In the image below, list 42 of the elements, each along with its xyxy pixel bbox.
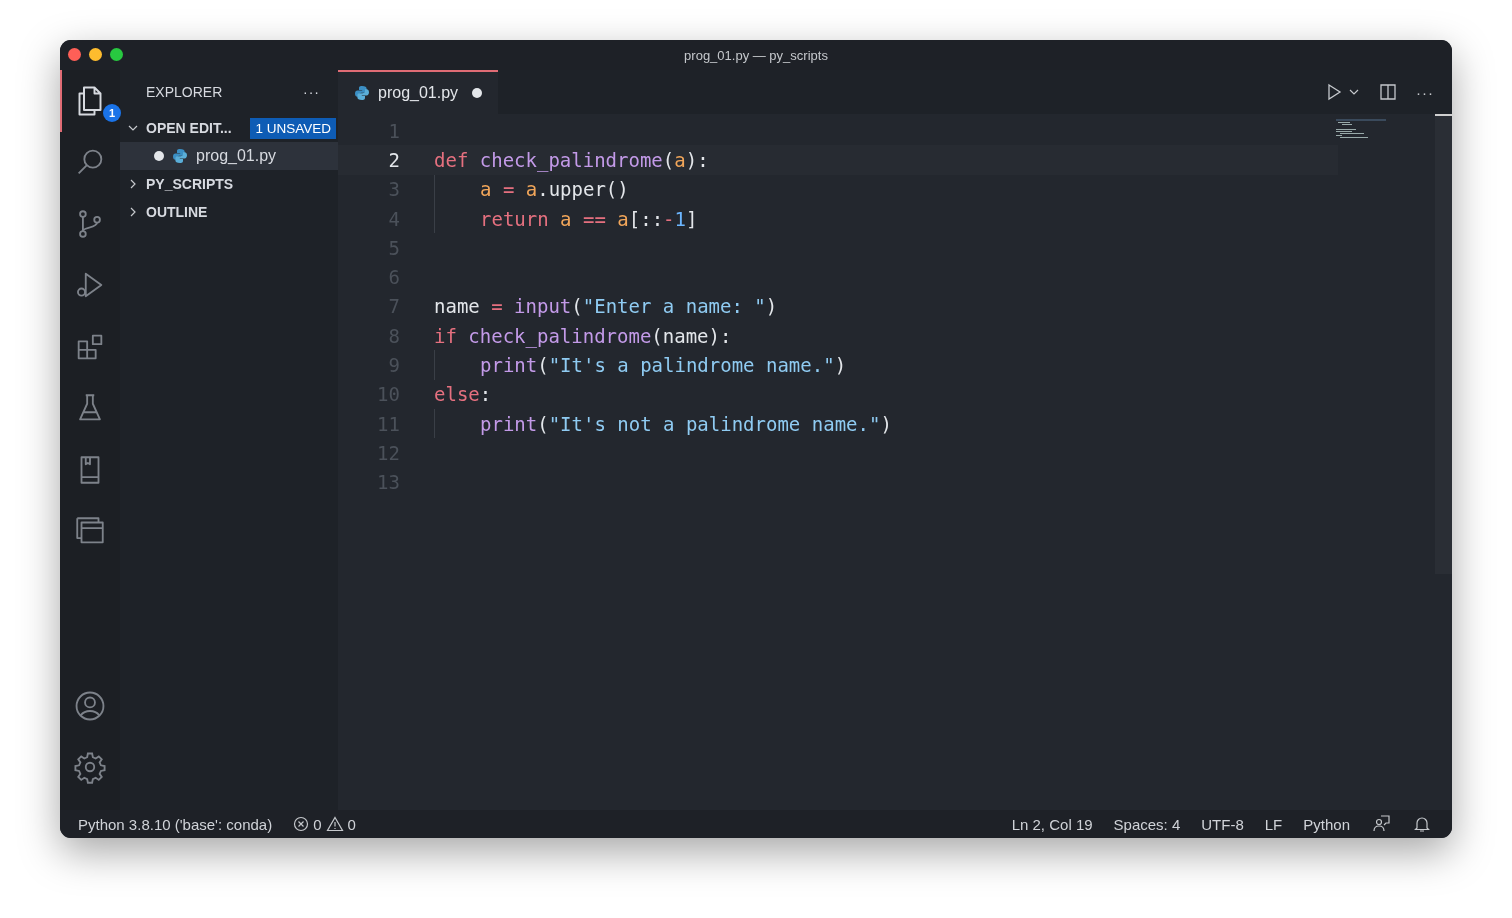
active-indicator [60, 70, 62, 132]
status-item[interactable]: Spaces: 4 [1113, 815, 1181, 833]
files-icon[interactable] [78, 85, 102, 116]
section-header[interactable]: OUTLINE [120, 198, 338, 226]
section-header[interactable]: PY_SCRIPTS [120, 170, 338, 198]
code-line: return a == a[::-1] [480, 207, 698, 230]
feedback-icon[interactable] [1371, 814, 1391, 834]
editor-tab[interactable]: prog_01.py [338, 70, 498, 114]
open-editor-item[interactable]: prog_01.py [120, 142, 338, 170]
section-header[interactable]: OPEN EDIT... 1 UNSAVED [120, 114, 338, 142]
code-line: def check_palindrome(a): [434, 148, 709, 171]
panel-title: EXPLORER [146, 84, 223, 100]
code-line: a = a.upper() [480, 178, 629, 201]
code-line: else: [434, 383, 492, 406]
warning-icon[interactable] [325, 816, 344, 832]
status-item[interactable]: Ln 2, Col 19 [1011, 815, 1093, 833]
window-title: prog_01.py — py_scripts [684, 47, 828, 63]
error-icon[interactable] [293, 816, 310, 832]
bell-icon[interactable] [1412, 814, 1432, 834]
code-line: print("It's not a palindrome name.") [480, 412, 892, 435]
code-line: if check_palindrome(name): [434, 324, 732, 347]
close-button[interactable] [68, 48, 81, 61]
line-number: 2 [387, 148, 400, 171]
code-line: name = input("Enter a name: ") [434, 295, 778, 318]
status-item[interactable]: LF [1264, 815, 1283, 833]
zoom-button[interactable] [110, 48, 123, 61]
code-line: print("It's a palindrome name.") [480, 354, 847, 376]
python-file-icon [172, 148, 188, 164]
status-item[interactable]: UTF-8 [1201, 815, 1244, 833]
python-file-icon [354, 85, 370, 101]
interpreter-status[interactable]: Python 3.8.10 ('base': conda) [78, 815, 273, 833]
settings-icon[interactable] [73, 750, 107, 785]
error-count[interactable]: 0 [313, 815, 322, 833]
more-actions-button[interactable]: ··· [303, 84, 320, 100]
status-item[interactable]: Python [1303, 815, 1350, 833]
more-actions-button[interactable]: ··· [1416, 83, 1434, 101]
minimize-button[interactable] [89, 48, 102, 61]
warning-count[interactable]: 0 [347, 815, 356, 833]
notification-badge: 1 [103, 104, 121, 122]
unsaved-badge: 1 UNSAVED [250, 117, 336, 139]
split-editor-icon[interactable] [1378, 82, 1398, 102]
scrollbar[interactable] [1435, 114, 1452, 574]
